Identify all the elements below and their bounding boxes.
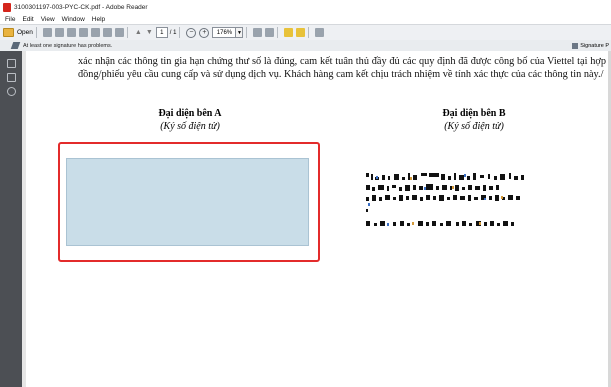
- adobe-reader-icon: [3, 3, 11, 12]
- toolbar-separator: [179, 27, 181, 38]
- sticky-note-button[interactable]: [284, 28, 294, 38]
- zoom-dropdown-icon[interactable]: ▼: [236, 27, 244, 38]
- toolbar: Open ▲ ▼ 1 / 1 − + 176% ▼: [0, 24, 611, 41]
- window-title: 3100301197-003-PYC-CK.pdf - Adobe Reader: [14, 4, 148, 11]
- fit-page-icon: [253, 28, 263, 37]
- sticky-note-icon: [284, 28, 294, 37]
- signature-field-party-a[interactable]: [66, 158, 309, 246]
- party-a-subtitle: (Ký số điện tử): [160, 121, 220, 132]
- highlight-button[interactable]: [296, 28, 306, 38]
- print-button[interactable]: [66, 28, 76, 38]
- menu-help[interactable]: Help: [92, 16, 105, 23]
- email-button[interactable]: [78, 28, 88, 38]
- attachments-icon[interactable]: [7, 73, 16, 82]
- next-page-button[interactable]: ▼: [146, 29, 153, 36]
- party-b-subtitle: (Ký số điện tử): [444, 121, 504, 132]
- fit-width-button[interactable]: [265, 28, 275, 38]
- signature-warning-message: At least one signature has problems.: [23, 42, 113, 49]
- save-icon: [54, 28, 64, 37]
- comment-icon: [114, 28, 124, 37]
- pdf-page: xác nhận các thông tin gia hạn chứng thư…: [26, 51, 611, 387]
- page-count: / 1: [169, 29, 177, 36]
- attach-button[interactable]: [102, 28, 112, 38]
- previous-page-button[interactable]: ▲: [135, 29, 142, 36]
- zoom-input[interactable]: 176%: [212, 27, 237, 38]
- menu-window[interactable]: Window: [62, 16, 85, 23]
- page-number-input[interactable]: 1: [155, 27, 168, 38]
- zoom-in-button[interactable]: +: [199, 27, 210, 38]
- page-thumbnails-icon[interactable]: [7, 59, 16, 68]
- create-pdf-button[interactable]: [42, 28, 52, 38]
- toolbar-separator: [277, 27, 279, 38]
- party-b-signature-image: [366, 173, 524, 226]
- folder-icon: [3, 28, 14, 37]
- party-b-title: Đại diện bên B: [442, 108, 506, 119]
- toolbar-separator: [126, 27, 128, 38]
- menu-edit[interactable]: Edit: [22, 16, 33, 23]
- share-button[interactable]: [90, 28, 100, 38]
- save-button[interactable]: [54, 28, 64, 38]
- attach-icon: [102, 28, 112, 37]
- signatures-icon[interactable]: [7, 87, 16, 96]
- fit-width-icon: [265, 28, 275, 37]
- menu-view[interactable]: View: [41, 16, 55, 23]
- document-viewer: xác nhận các thông tin gia hạn chứng thư…: [22, 51, 611, 387]
- toolbar-separator: [246, 27, 248, 38]
- toolbar-separator: [35, 27, 37, 38]
- expand-button[interactable]: [315, 28, 325, 38]
- navigation-pane: [0, 51, 22, 387]
- fit-page-button[interactable]: [253, 28, 263, 38]
- signature-panel-label: Signature P: [580, 42, 609, 49]
- signature-panel-icon: [572, 42, 579, 49]
- expand-icon: [315, 28, 325, 37]
- comment-button[interactable]: [114, 28, 124, 38]
- email-icon: [78, 28, 88, 37]
- share-icon: [90, 28, 100, 37]
- print-icon: [66, 28, 76, 37]
- menu-file[interactable]: File: [5, 16, 15, 23]
- zoom-out-button[interactable]: −: [186, 27, 197, 38]
- toolbar-separator: [308, 27, 310, 38]
- signature-pen-icon: [10, 42, 21, 49]
- create-pdf-icon: [42, 28, 52, 37]
- open-button[interactable]: Open: [3, 28, 33, 37]
- menu-bar: File Edit View Window Help: [0, 15, 611, 24]
- open-label: Open: [17, 29, 33, 36]
- title-bar: 3100301197-003-PYC-CK.pdf - Adobe Reader: [0, 0, 611, 15]
- signature-panel-button[interactable]: Signature P: [572, 41, 609, 50]
- highlight-icon: [296, 28, 306, 37]
- party-a-title: Đại diện bên A: [158, 108, 222, 119]
- confirmation-paragraph: xác nhận các thông tin gia hạn chứng thư…: [78, 56, 606, 81]
